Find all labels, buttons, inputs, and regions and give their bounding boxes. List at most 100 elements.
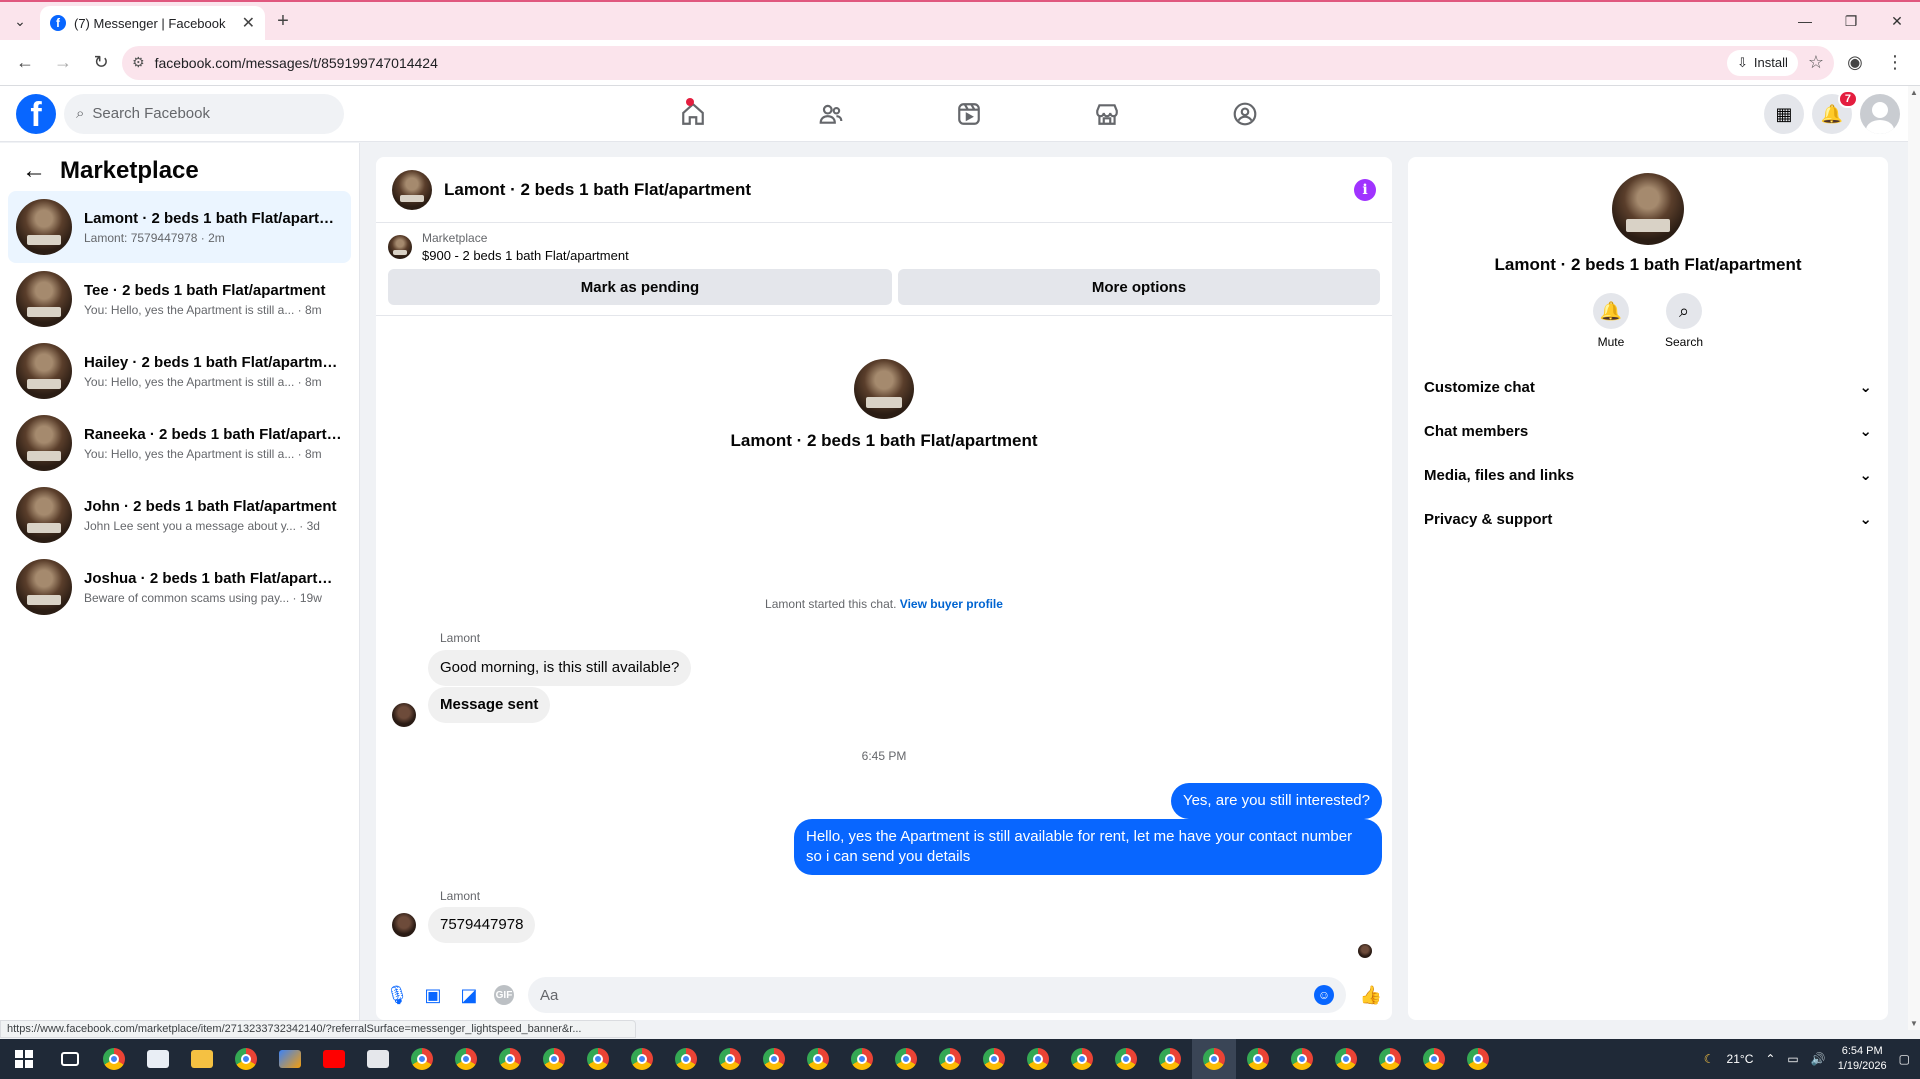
network-icon[interactable]: ▭ [1787,1052,1798,1066]
file-explorer-icon[interactable] [180,1039,224,1079]
scroll-down-icon[interactable]: ▼ [1910,1019,1918,1028]
forward-button[interactable]: → [46,46,80,80]
youtube-taskbar-icon[interactable] [312,1039,356,1079]
conversation-item-lamont[interactable]: Lamont · 2 beds 1 bath Flat/apartment La… [8,191,351,263]
app-taskbar-icon[interactable] [356,1039,400,1079]
incoming-message[interactable]: 7579447978 [428,907,536,943]
back-arrow-icon[interactable]: ← [22,157,46,185]
conversation-item-tee[interactable]: Tee · 2 beds 1 bath Flat/apartment You: … [8,263,351,335]
nav-groups[interactable] [1176,86,1314,142]
emoji-icon[interactable]: ☺ [1314,985,1334,1005]
thumbs-up-icon[interactable]: 👍 [1360,984,1382,1006]
chrome-taskbar-icon[interactable] [708,1039,752,1079]
copilot-taskbar-icon[interactable] [268,1039,312,1079]
nav-video[interactable] [900,86,1038,142]
mark-as-pending-button[interactable]: Mark as pending [388,269,892,305]
chrome-taskbar-icon[interactable] [488,1039,532,1079]
chat-header-avatar[interactable] [392,169,432,210]
chrome-taskbar-icon[interactable] [532,1039,576,1079]
microphone-icon[interactable]: 🎙 [386,984,409,1006]
section-privacy-support[interactable]: Privacy & support ⌄ [1408,497,1888,541]
reload-button[interactable]: ↻ [84,46,118,80]
sticker-icon[interactable]: ◪ [458,984,480,1006]
photo-icon[interactable]: ▣ [422,984,444,1006]
listing-title[interactable]: $900 - 2 beds 1 bath Flat/apartment [422,248,629,263]
minimize-icon[interactable]: — [1782,2,1828,40]
notification-center-icon[interactable]: ▢ [1899,1052,1910,1066]
address-bar[interactable]: ⚙ facebook.com/messages/t/85919974701442… [122,45,1834,80]
sender-avatar[interactable] [392,913,416,937]
conversation-item-hailey[interactable]: Hailey · 2 beds 1 bath Flat/apartment Yo… [8,335,351,407]
site-info-icon[interactable]: ⚙ [132,54,145,71]
details-avatar[interactable] [1612,173,1684,245]
notifications-button[interactable]: 🔔 7 [1812,90,1858,134]
conversation-item-joshua[interactable]: Joshua · 2 beds 1 bath Flat/apartment Be… [8,551,351,623]
browser-tab[interactable]: f (7) Messenger | Facebook ✕ [40,6,265,40]
task-view-icon[interactable] [48,1039,92,1079]
chrome-taskbar-icon[interactable] [1324,1039,1368,1079]
chrome-taskbar-icon[interactable] [1456,1039,1500,1079]
chrome-taskbar-icon[interactable] [1104,1039,1148,1079]
chrome-menu-icon[interactable]: ⋮ [1878,46,1912,80]
moon-weather-icon[interactable]: ☾ [1704,1052,1715,1066]
chrome-taskbar-icon[interactable] [1280,1039,1324,1079]
store-taskbar-icon[interactable] [136,1039,180,1079]
chrome-taskbar-icon[interactable] [664,1039,708,1079]
chrome-taskbar-icon[interactable] [1060,1039,1104,1079]
chrome-taskbar-icon[interactable] [224,1039,268,1079]
facebook-search-input[interactable]: ⌕ Search Facebook [64,93,344,134]
chrome-taskbar-icon[interactable] [928,1039,972,1079]
facebook-logo-icon[interactable]: f [16,93,56,134]
more-options-button[interactable]: More options [897,269,1380,305]
scroll-up-icon[interactable]: ▲ [1910,88,1918,97]
chrome-taskbar-icon[interactable] [1412,1039,1456,1079]
outgoing-message[interactable]: Yes, are you still interested? [1170,783,1382,819]
message-input[interactable]: Aa ☺ [528,977,1346,1013]
chrome-taskbar-icon[interactable] [884,1039,928,1079]
chrome-taskbar-icon[interactable] [1368,1039,1412,1079]
conversation-item-john[interactable]: John · 2 beds 1 bath Flat/apartment John… [8,479,351,551]
tab-search-chevron-icon[interactable]: ⌄ [0,2,40,40]
chrome-taskbar-icon[interactable] [840,1039,884,1079]
search-action[interactable]: ⌕ Search [1665,293,1703,349]
view-buyer-profile-link[interactable]: View buyer profile [900,597,1003,611]
section-chat-members[interactable]: Chat members ⌄ [1408,409,1888,453]
incoming-message[interactable]: Message sent [428,687,551,723]
chrome-taskbar-icon-active[interactable] [1192,1039,1236,1079]
chrome-taskbar-icon[interactable] [796,1039,840,1079]
account-avatar[interactable] [1860,94,1900,134]
restore-icon[interactable]: ❐ [1828,2,1874,40]
mute-action[interactable]: 🔔 Mute [1592,293,1629,349]
volume-icon[interactable]: 🔊 [1811,1052,1826,1066]
back-button[interactable]: ← [8,46,42,80]
section-customize-chat[interactable]: Customize chat ⌄ [1408,365,1888,409]
chrome-taskbar-icon[interactable] [1236,1039,1280,1079]
weather-temp[interactable]: 21°C [1727,1052,1754,1066]
conversation-item-raneeka[interactable]: Raneeka · 2 beds 1 bath Flat/apartment Y… [8,407,351,479]
chrome-taskbar-icon[interactable] [444,1039,488,1079]
page-scrollbar[interactable]: ▲ ▼ [1908,86,1920,1030]
profile-icon[interactable]: ◉ [1838,46,1872,80]
listing-thumbnail[interactable] [388,235,412,259]
outgoing-message[interactable]: Hello, yes the Apartment is still availa… [794,819,1382,875]
section-media-files-links[interactable]: Media, files and links ⌄ [1408,453,1888,497]
intro-avatar[interactable] [854,359,914,419]
chrome-taskbar-icon[interactable] [620,1039,664,1079]
chrome-taskbar-icon[interactable] [92,1039,136,1079]
chat-title[interactable]: Lamont · 2 beds 1 bath Flat/apartment [444,180,1342,200]
start-button[interactable] [0,1039,48,1079]
chrome-taskbar-icon[interactable] [972,1039,1016,1079]
chrome-taskbar-icon[interactable] [576,1039,620,1079]
clock[interactable]: 6:54 PM 1/19/2026 [1838,1044,1887,1074]
chrome-taskbar-icon[interactable] [400,1039,444,1079]
show-hidden-icons-icon[interactable]: ⌃ [1765,1052,1775,1066]
install-app-button[interactable]: ⇩ Install [1726,49,1798,76]
chrome-taskbar-icon[interactable] [752,1039,796,1079]
chrome-taskbar-icon[interactable] [1016,1039,1060,1079]
nav-marketplace[interactable] [1038,86,1176,142]
menu-grid-button[interactable]: ▦ [1764,94,1804,134]
incoming-message[interactable]: Good morning, is this still available? [428,650,692,686]
close-tab-icon[interactable]: ✕ [242,13,255,33]
url-text[interactable]: facebook.com/messages/t/859199747014424 [155,55,1717,71]
nav-home[interactable] [624,86,762,142]
